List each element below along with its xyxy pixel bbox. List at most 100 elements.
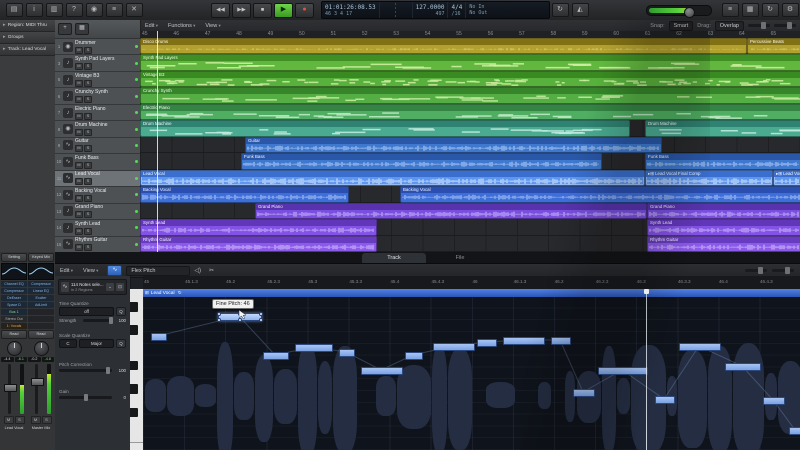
output-strip-plugin-slot-2[interactable]: Exciter [28, 295, 54, 301]
quick-help-icon[interactable]: ? [66, 3, 83, 17]
track-lane-8[interactable]: Drum MachineDrum Machine [140, 120, 800, 136]
mute-button[interactable]: M [75, 47, 83, 54]
output-strip-eq-thumbnail[interactable] [28, 263, 54, 280]
region-percussive-beats[interactable]: Percussive Beats [747, 38, 800, 54]
tab-track[interactable]: Track [362, 253, 426, 263]
region-lead-vocal-f[interactable]: ▸⊞ Lead Vocal F [773, 170, 800, 186]
flex-toggle-icon[interactable]: ∿ [107, 265, 122, 276]
flex-pitch-note[interactable] [789, 427, 800, 435]
region-crunchy-synth[interactable]: Crunchy Synth [140, 87, 800, 103]
editor-view-menu[interactable]: View [83, 268, 98, 274]
mute-button[interactable]: M [75, 113, 83, 120]
horizontal-zoom-slider[interactable] [748, 24, 770, 27]
mixer-icon[interactable]: ≡ [106, 3, 123, 17]
flex-pitch-note[interactable] [679, 343, 721, 351]
flex-pitch-note[interactable] [763, 397, 785, 405]
flex-pitch-note[interactable] [503, 337, 545, 345]
track-strip-mute-button[interactable]: M [4, 416, 14, 424]
region-funk-bass[interactable]: Funk Bass [645, 153, 800, 169]
edit-menu[interactable]: Edit [145, 23, 158, 29]
output-strip-plugin-slot-3[interactable]: AdLimit [28, 302, 54, 308]
vertical-zoom-slider[interactable] [774, 24, 796, 27]
editor-region-bar[interactable]: ⊞Lead Vocal ↻ [143, 289, 800, 297]
track-strip-pan-knob[interactable] [7, 341, 22, 356]
mute-button[interactable]: M [75, 80, 83, 87]
add-track-button[interactable]: + [58, 23, 72, 35]
flex-pitch-note[interactable] [405, 352, 423, 360]
fader-thumb[interactable] [31, 378, 44, 386]
solo-button[interactable]: S [84, 80, 92, 87]
library-icon[interactable]: ▤ [6, 3, 23, 17]
flex-pitch-note[interactable] [551, 337, 571, 345]
drag-select[interactable]: Overlap [715, 21, 744, 31]
region-backing-vocal[interactable]: Backing Vocal [140, 186, 349, 202]
track-lane-5[interactable]: Vintage B3 [140, 71, 800, 87]
region-synth-lead[interactable]: Synth Lead [140, 219, 377, 235]
track-header-synth-pad-layers[interactable]: 3♪Synth Pad LayersMS [55, 55, 140, 71]
inspector-section-2[interactable]: ▸ Track: Lead Vocal [0, 44, 55, 56]
solo-button[interactable]: S [84, 162, 92, 169]
track-strip-output-slot[interactable]: Stereo Out [1, 316, 27, 322]
track-header-drum-machine[interactable]: 8◉Drum MachineMS [55, 121, 140, 137]
track-strip-setting-button[interactable]: Setting [1, 253, 27, 262]
editor-edit-menu[interactable]: Edit [60, 268, 73, 274]
rewind-button[interactable]: ◀◀ [211, 3, 230, 18]
track-strip-automation-button[interactable]: Read [1, 330, 27, 339]
mute-button[interactable]: M [75, 244, 83, 251]
track-header-synth-lead[interactable]: 14♪Synth LeadMS [55, 220, 140, 236]
region-rhythm-guitar[interactable]: Rhythm Guitar [647, 236, 800, 252]
black-key[interactable] [130, 361, 138, 371]
master-volume-slider[interactable] [646, 5, 712, 16]
track-lane-3[interactable]: Synth Pad Layers [140, 54, 800, 70]
mute-button[interactable]: M [75, 211, 83, 218]
flex-mode-select[interactable]: Flex Pitch [126, 266, 190, 276]
flex-pitch-note[interactable] [151, 333, 167, 341]
flex-pitch-note[interactable] [477, 339, 497, 347]
prelisten-speaker-icon[interactable]: ◁) [194, 267, 201, 274]
track-header-electric-piano[interactable]: 7♪Electric PianoMS [55, 105, 140, 121]
inspector-icon[interactable]: i [26, 3, 43, 17]
output-strip-group-slot[interactable] [28, 323, 54, 329]
toolbar-toggle-icon[interactable]: ▥ [46, 3, 63, 17]
output-strip-plugin-slot-1[interactable]: Linear EQ [28, 288, 54, 294]
media-browser-icon[interactable]: ▦ [742, 3, 759, 17]
output-strip-mute-button[interactable]: M [31, 416, 41, 424]
track-header-crunchy-synth[interactable]: 6♪Crunchy SynthMS [55, 88, 140, 104]
track-header-backing-vocal[interactable]: 12∿Backing VocalMS [55, 187, 140, 203]
output-strip-solo-button[interactable]: S [42, 416, 52, 424]
track-lane-15[interactable]: Rhythm Guitar Rhythm Guitar [140, 236, 800, 252]
output-strip-automation-button[interactable]: Read [28, 330, 54, 339]
region-rhythm-guitar[interactable]: Rhythm Guitar [140, 236, 377, 252]
view-menu[interactable]: View [205, 23, 220, 29]
track-header-funk-bass[interactable]: 10∿Funk BassMS [55, 154, 140, 170]
tab-file[interactable]: File [428, 253, 492, 263]
region-synth-pad-layers[interactable]: Synth Pad Layers [140, 54, 800, 70]
solo-button[interactable]: S [84, 228, 92, 235]
list-editors-icon[interactable]: ≡ [722, 3, 739, 17]
time-quantize-apply-button[interactable]: Q [116, 307, 126, 316]
mute-button[interactable]: M [75, 145, 83, 152]
region-lead-vocal-final-comp[interactable]: ▸⊞ Lead Vocal Final Comp [645, 170, 773, 186]
editor-v-zoom-slider[interactable] [772, 269, 794, 272]
track-lane-7[interactable]: Electric Piano [140, 104, 800, 120]
output-strip-output-slot[interactable] [28, 316, 54, 322]
scale-quantize-apply-button[interactable]: Q [116, 339, 126, 348]
flex-pitch-note[interactable] [725, 363, 761, 371]
output-strip-fader[interactable] [28, 364, 54, 414]
flex-pitch-note[interactable] [263, 352, 289, 360]
region-grand-piano[interactable]: Grand Piano [647, 203, 800, 219]
region-disco-drums[interactable]: Disco Drums [140, 38, 747, 54]
region-drum-machine[interactable]: Drum Machine [140, 120, 630, 136]
track-lane-9[interactable]: Guitar [140, 137, 800, 153]
track-strip-fader[interactable] [1, 364, 27, 414]
mute-button[interactable]: M [75, 228, 83, 235]
flex-pitch-note[interactable] [339, 349, 355, 357]
cycle-icon[interactable]: ↻ [552, 3, 569, 17]
black-key[interactable] [130, 302, 138, 312]
track-header-rhythm-guitar[interactable]: 15∿Rhythm GuitarMS [55, 237, 140, 253]
mute-button[interactable]: M [75, 96, 83, 103]
region-electric-piano[interactable]: Electric Piano [140, 104, 800, 120]
region-lead-vocal[interactable]: Lead Vocal [140, 170, 645, 186]
forward-button[interactable]: ▶▶ [232, 3, 251, 18]
time-quantize-select[interactable]: off [59, 307, 114, 316]
